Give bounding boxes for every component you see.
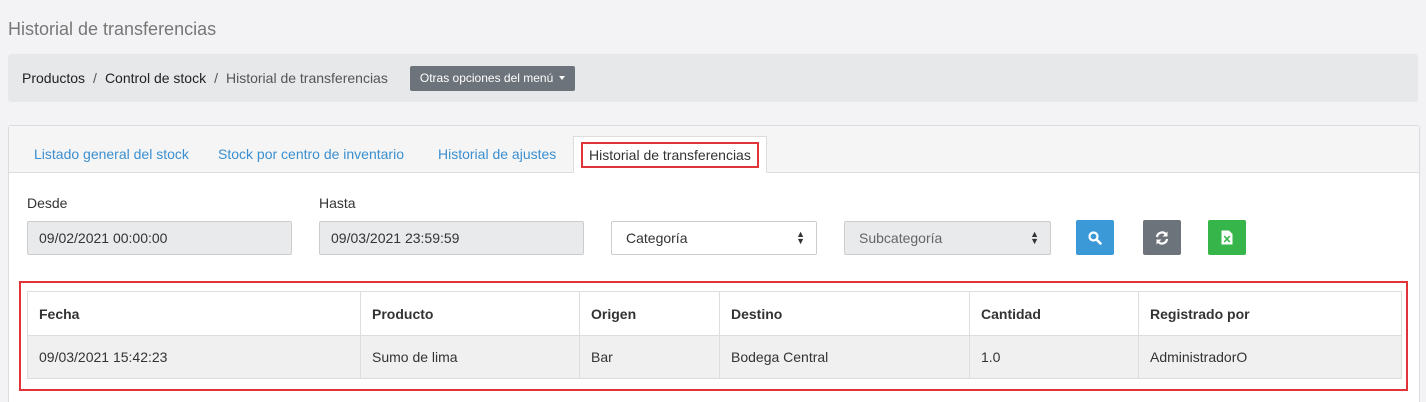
search-button[interactable] bbox=[1076, 220, 1114, 255]
column-header-fecha[interactable]: Fecha bbox=[27, 291, 361, 336]
cell-producto: Sumo de lima bbox=[360, 335, 580, 379]
tab-historial-transferencias[interactable]: Historial de transferencias bbox=[573, 136, 767, 173]
refresh-icon bbox=[1155, 230, 1169, 245]
cell-origen: Bar bbox=[579, 335, 720, 379]
refresh-button[interactable] bbox=[1143, 220, 1181, 255]
tab-bar: Listado general del stock Stock por cent… bbox=[9, 126, 1419, 173]
select-arrows-icon: ▲ ▼ bbox=[796, 229, 805, 246]
desde-label: Desde bbox=[27, 195, 68, 211]
subcategoria-select[interactable]: Subcategoría ▲ ▼ bbox=[844, 221, 1051, 255]
hasta-label: Hasta bbox=[319, 195, 356, 211]
other-menu-options-button[interactable]: Otras opciones del menú bbox=[409, 65, 576, 91]
categoria-select[interactable]: Categoría ▲ ▼ bbox=[611, 221, 817, 255]
hasta-field[interactable]: 09/03/2021 23:59:59 bbox=[319, 221, 584, 255]
other-menu-options-label: Otras opciones del menú bbox=[419, 71, 554, 85]
tab-historial-transferencias-label: Historial de transferencias bbox=[581, 141, 759, 168]
column-header-cantidad[interactable]: Cantidad bbox=[969, 291, 1139, 336]
excel-icon bbox=[1221, 230, 1233, 245]
caret-down-icon bbox=[559, 76, 566, 80]
table-row[interactable]: 09/03/2021 15:42:23 Sumo de lima Bar Bod… bbox=[27, 335, 1402, 379]
export-excel-button[interactable] bbox=[1208, 220, 1246, 255]
cell-destino: Bodega Central bbox=[719, 335, 970, 379]
transfers-table: Fecha Producto Origen Destino Cantidad R… bbox=[27, 291, 1402, 379]
breadcrumb-item-control-de-stock[interactable]: Control de stock bbox=[105, 70, 206, 86]
table-header-row: Fecha Producto Origen Destino Cantidad R… bbox=[27, 291, 1402, 336]
tab-historial-ajustes[interactable]: Historial de ajustes bbox=[438, 146, 556, 162]
tab-stock-por-centro[interactable]: Stock por centro de inventario bbox=[218, 146, 404, 162]
breadcrumb-separator: / bbox=[93, 70, 97, 86]
categoria-select-value: Categoría bbox=[626, 230, 688, 246]
breadcrumb-item-current: Historial de transferencias bbox=[226, 70, 388, 86]
subcategoria-select-value: Subcategoría bbox=[859, 230, 943, 246]
search-icon bbox=[1088, 230, 1102, 245]
breadcrumb-item-productos[interactable]: Productos bbox=[22, 70, 85, 86]
transfers-table-highlight: Fecha Producto Origen Destino Cantidad R… bbox=[19, 281, 1408, 391]
tab-listado-general[interactable]: Listado general del stock bbox=[34, 146, 189, 162]
breadcrumb: Productos / Control de stock / Historial… bbox=[8, 54, 1418, 102]
column-header-origen[interactable]: Origen bbox=[579, 291, 720, 336]
page-title: Historial de transferencias bbox=[8, 19, 217, 39]
cell-registrado-por: AdministradorO bbox=[1138, 335, 1402, 379]
column-header-registrado-por[interactable]: Registrado por bbox=[1138, 291, 1402, 336]
desde-field[interactable]: 09/02/2021 00:00:00 bbox=[27, 221, 292, 255]
column-header-destino[interactable]: Destino bbox=[719, 291, 970, 336]
select-arrows-icon: ▲ ▼ bbox=[1030, 229, 1039, 246]
cell-fecha: 09/03/2021 15:42:23 bbox=[27, 335, 361, 379]
breadcrumb-separator: / bbox=[214, 70, 218, 86]
cell-cantidad: 1.0 bbox=[969, 335, 1139, 379]
column-header-producto[interactable]: Producto bbox=[360, 291, 580, 336]
